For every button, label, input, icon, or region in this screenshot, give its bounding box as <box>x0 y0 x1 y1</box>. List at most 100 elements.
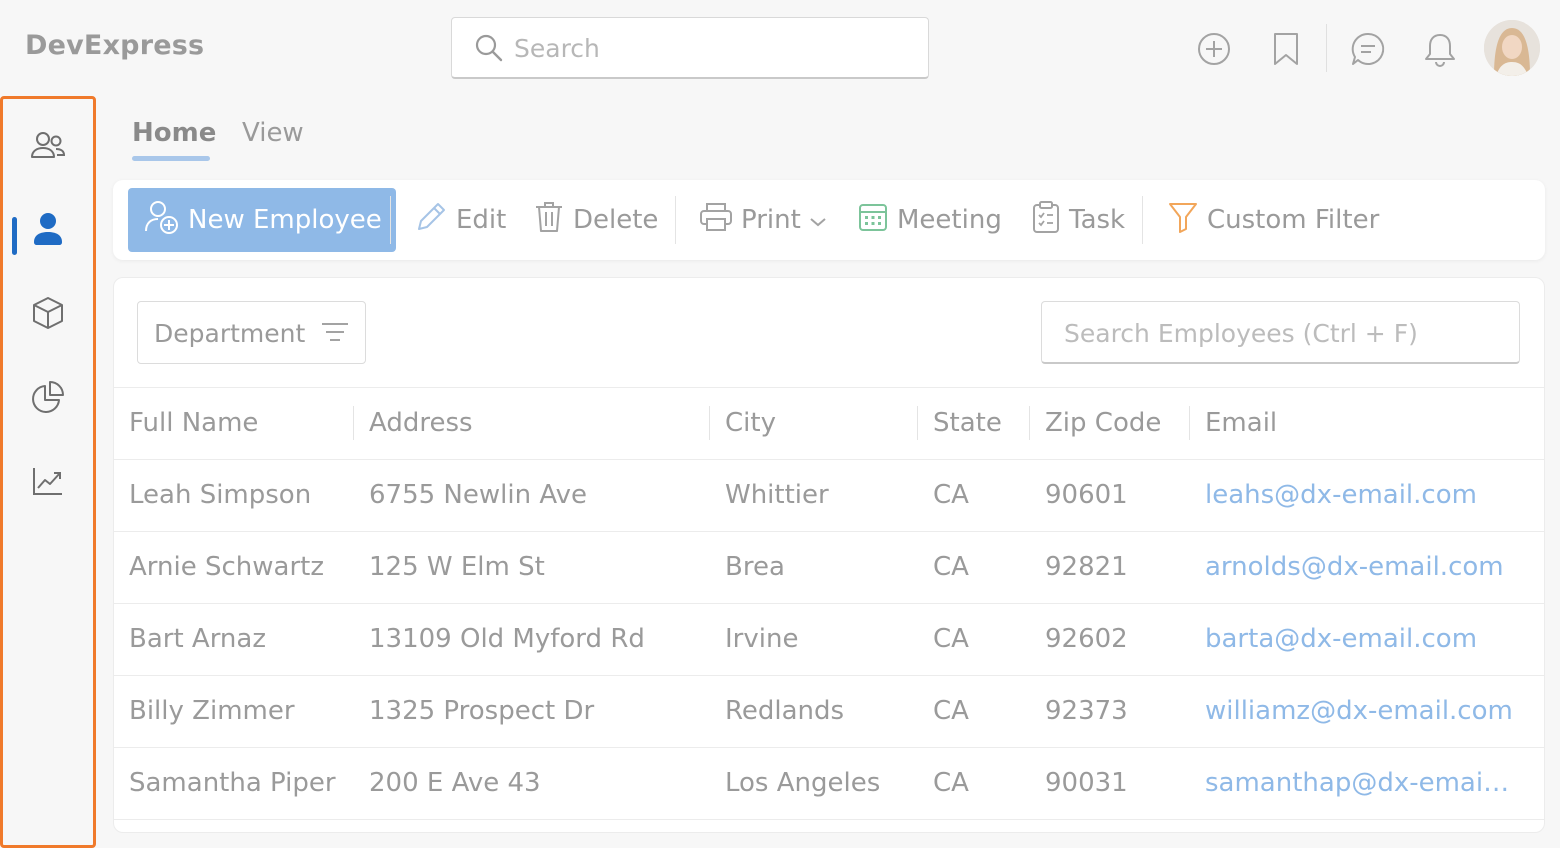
custom-filter-button[interactable]: Custom Filter <box>1167 188 1379 252</box>
cell-full-name: Billy Zimmer <box>129 696 295 726</box>
add-user-icon <box>144 199 180 242</box>
bookmark-icon[interactable] <box>1266 29 1306 69</box>
cell-city: Brea <box>725 552 785 582</box>
edit-button[interactable]: Edit <box>414 188 506 252</box>
user-icon <box>32 212 64 250</box>
add-circle-icon[interactable] <box>1194 29 1234 69</box>
cell-state: CA <box>933 696 969 726</box>
column-divider[interactable] <box>917 406 918 440</box>
new-employee-button[interactable]: New Employee <box>128 188 396 252</box>
meeting-button[interactable]: Meeting <box>857 188 1002 252</box>
column-header-address[interactable]: Address <box>369 388 699 459</box>
cell-full-name: Samantha Piper <box>129 768 336 798</box>
filter-lines-icon <box>320 320 350 348</box>
column-divider[interactable] <box>1189 406 1190 440</box>
print-button[interactable]: Print <box>699 188 827 252</box>
column-divider[interactable] <box>709 406 710 440</box>
column-divider[interactable] <box>353 406 354 440</box>
sidebar-item-employees[interactable] <box>3 203 93 259</box>
sidebar-item-products[interactable] <box>3 287 93 343</box>
funnel-icon <box>1167 200 1199 241</box>
bell-icon[interactable] <box>1420 29 1460 69</box>
cell-email-link[interactable]: leahs@dx-email.com <box>1205 460 1525 531</box>
sidebar-item-users[interactable] <box>3 120 93 176</box>
sidebar-item-reports[interactable] <box>3 455 93 511</box>
calendar-icon <box>857 201 889 240</box>
cell-zip-code: 90031 <box>1045 768 1128 798</box>
tab-home-underline <box>132 156 210 161</box>
department-label: Department <box>154 319 306 348</box>
meeting-label: Meeting <box>897 205 1002 235</box>
cell-address: 200 E Ave 43 <box>369 768 541 798</box>
top-bar: DevExpress Search <box>0 0 1560 96</box>
ribbon-toolbar: New Employee Edit Delete Print Meeting T… <box>113 180 1545 260</box>
employees-grid-panel: Department Search Employees (Ctrl + F) F… <box>113 277 1545 833</box>
cell-state: CA <box>933 768 969 798</box>
column-header-zip-code[interactable]: Zip Code <box>1045 388 1185 459</box>
cell-email-link[interactable]: samanthap@dx-email.com <box>1205 748 1516 819</box>
active-indicator <box>12 217 17 255</box>
tab-home[interactable]: Home <box>132 118 216 148</box>
new-employee-label: New Employee <box>188 205 382 235</box>
column-header-email[interactable]: Email <box>1205 388 1525 459</box>
global-search-input[interactable]: Search <box>451 17 929 79</box>
chevron-down-icon <box>809 205 827 235</box>
tab-view[interactable]: View <box>242 118 304 148</box>
employees-table: Full Name Address City State Zip Code Em… <box>114 387 1544 819</box>
chat-icon[interactable] <box>1348 29 1388 69</box>
table-row[interactable]: Billy Zimmer 1325 Prospect Dr Redlands C… <box>114 675 1544 747</box>
search-icon <box>474 33 504 67</box>
cell-city: Irvine <box>725 624 799 654</box>
cell-zip-code: 92821 <box>1045 552 1128 582</box>
table-row[interactable]: Arnie Schwartz 125 W Elm St Brea CA 9282… <box>114 531 1544 603</box>
cell-address: 6755 Newlin Ave <box>369 480 587 510</box>
cell-state: CA <box>933 552 969 582</box>
column-header-city[interactable]: City <box>725 388 915 459</box>
cell-email-link[interactable]: barta@dx-email.com <box>1205 604 1525 675</box>
users-icon <box>30 130 66 166</box>
sidebar-item-analytics[interactable] <box>3 371 93 427</box>
pencil-icon <box>414 200 448 241</box>
cell-city: Whittier <box>725 480 829 510</box>
column-header-state[interactable]: State <box>933 388 1033 459</box>
trash-icon <box>533 200 565 241</box>
cell-address: 1325 Prospect Dr <box>369 696 595 726</box>
box-icon <box>31 296 65 334</box>
search-placeholder: Search <box>514 34 600 63</box>
header-divider <box>1326 24 1327 72</box>
department-filter-button[interactable]: Department <box>137 301 366 364</box>
trend-chart-icon <box>31 465 65 501</box>
employee-search-placeholder: Search Employees (Ctrl + F) <box>1064 319 1418 348</box>
cell-full-name: Bart Arnaz <box>129 624 266 654</box>
employee-search-input[interactable]: Search Employees (Ctrl + F) <box>1041 301 1520 364</box>
toolbar-divider <box>390 196 391 244</box>
cell-zip-code: 92373 <box>1045 696 1128 726</box>
table-row[interactable]: Leah Simpson 6755 Newlin Ave Whittier CA… <box>114 459 1544 531</box>
app-title: DevExpress <box>25 30 205 61</box>
column-divider[interactable] <box>1029 406 1030 440</box>
sidebar <box>0 96 96 848</box>
cell-email-link[interactable]: arnolds@dx-email.com <box>1205 532 1525 603</box>
cell-full-name: Leah Simpson <box>129 480 312 510</box>
table-row[interactable]: Samantha Piper 200 E Ave 43 Los Angeles … <box>114 747 1544 819</box>
cell-zip-code: 92602 <box>1045 624 1128 654</box>
delete-button[interactable]: Delete <box>533 188 658 252</box>
cell-state: CA <box>933 624 969 654</box>
cell-email-link[interactable]: williamz@dx-email.com <box>1205 676 1525 747</box>
table-row[interactable]: Bart Arnaz 13109 Old Myford Rd Irvine CA… <box>114 603 1544 675</box>
cell-address: 13109 Old Myford Rd <box>369 624 645 654</box>
cell-city: Los Angeles <box>725 768 881 798</box>
table-header-row: Full Name Address City State Zip Code Em… <box>114 387 1544 459</box>
print-label: Print <box>741 205 801 235</box>
grid-bottom-border <box>114 819 1544 820</box>
cell-full-name: Arnie Schwartz <box>129 552 324 582</box>
delete-label: Delete <box>573 205 659 235</box>
printer-icon <box>699 201 733 240</box>
task-button[interactable]: Task <box>1031 188 1125 252</box>
clipboard-icon <box>1031 200 1061 241</box>
toolbar-divider <box>1142 196 1143 244</box>
cell-city: Redlands <box>725 696 845 726</box>
cell-state: CA <box>933 480 969 510</box>
avatar[interactable] <box>1484 20 1540 76</box>
column-header-full-name[interactable]: Full Name <box>129 388 349 459</box>
